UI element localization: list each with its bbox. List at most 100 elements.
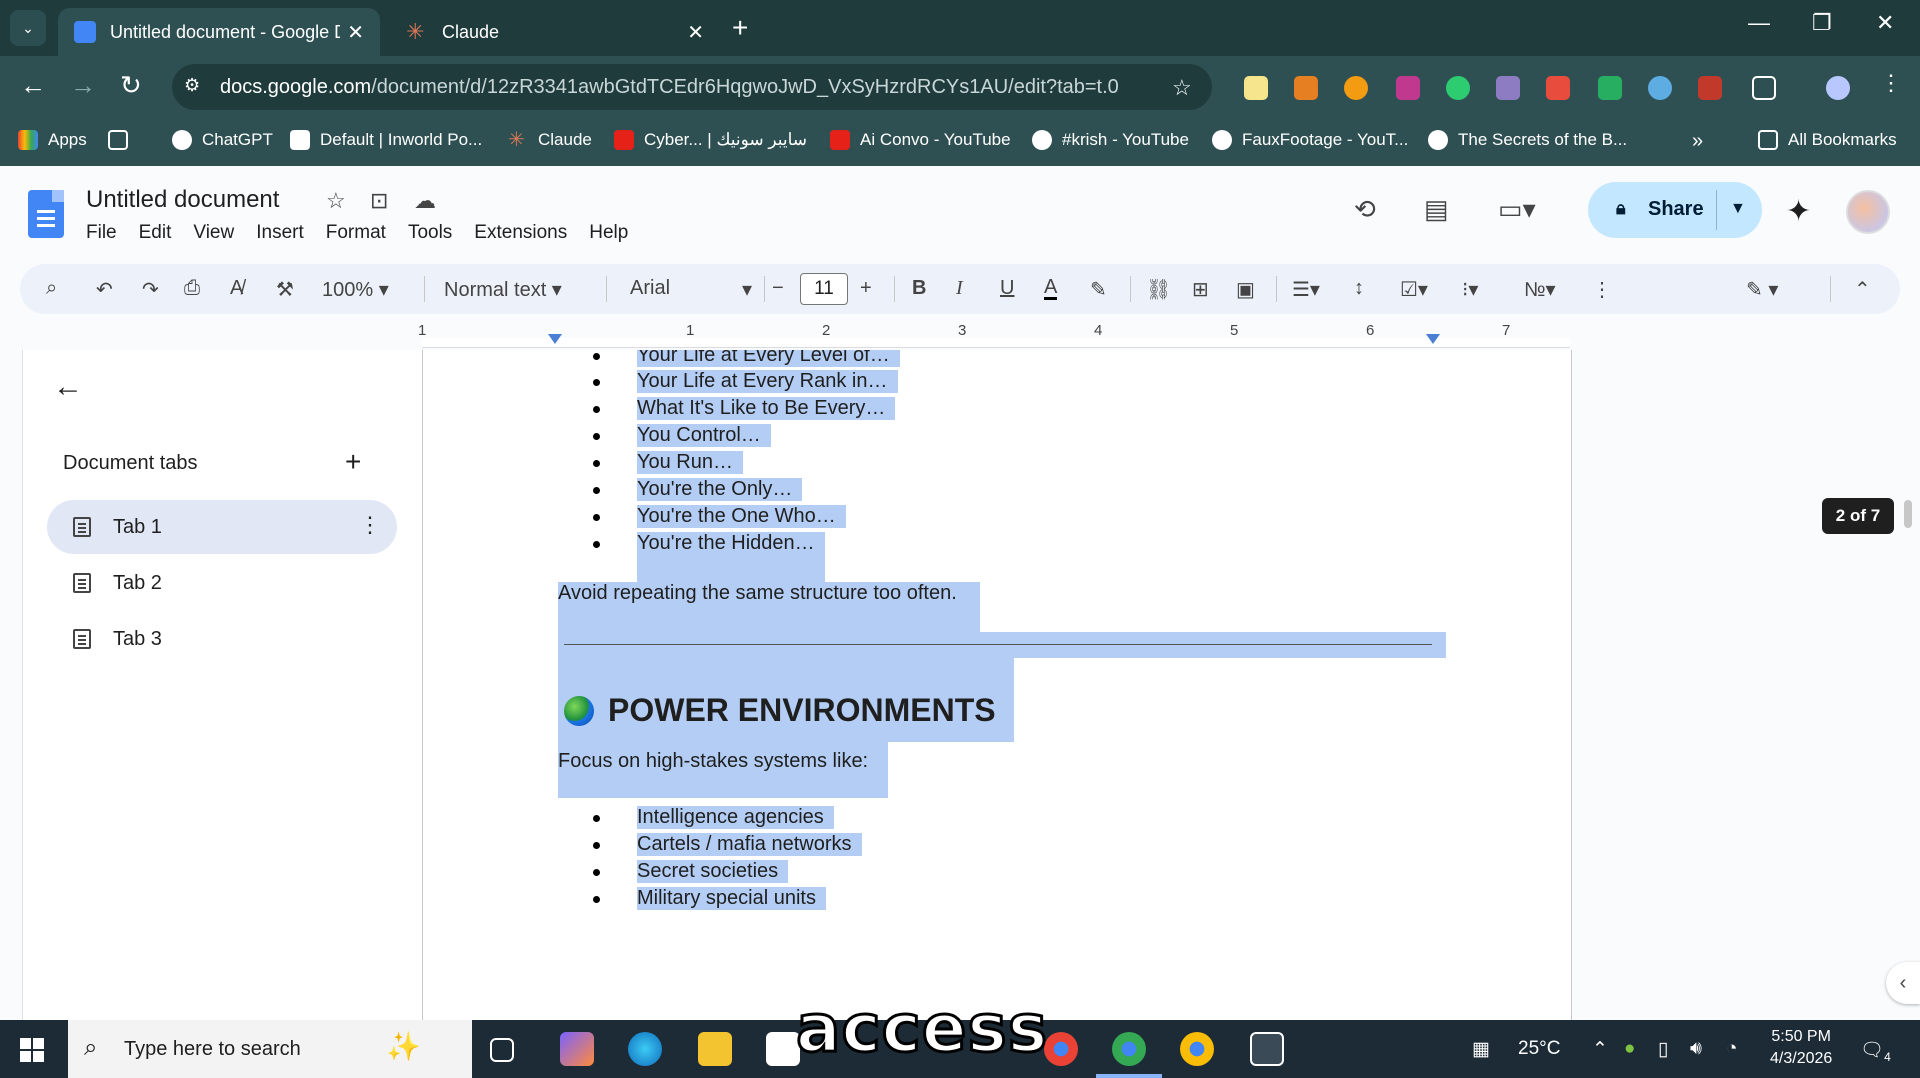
gemini-icon[interactable]: ✦ — [1786, 194, 1811, 229]
extension-icon[interactable] — [1598, 76, 1622, 100]
underline-icon[interactable]: U — [1000, 277, 1014, 300]
checklist-icon[interactable]: ☑▾ — [1400, 277, 1428, 302]
menu-tools[interactable]: Tools — [408, 222, 452, 244]
network-icon[interactable]: ◔ — [1726, 1038, 1737, 1060]
menu-file[interactable]: File — [86, 222, 117, 244]
tab-item-1[interactable]: Tab 1 ⋮ — [47, 500, 397, 554]
close-tab-icon[interactable]: ✕ — [687, 20, 704, 45]
increase-font-size-icon[interactable]: + — [860, 277, 872, 300]
all-bookmarks[interactable]: All Bookmarks — [1758, 130, 1897, 150]
menu-view[interactable]: View — [193, 222, 234, 244]
extension-icon[interactable] — [1648, 76, 1672, 100]
editing-mode-icon[interactable]: ✎ ▾ — [1746, 277, 1778, 302]
menu-extensions[interactable]: Extensions — [474, 222, 567, 244]
google-docs-logo-icon[interactable] — [28, 190, 64, 238]
site-info-icon[interactable]: ⚙ — [184, 75, 206, 97]
battery-icon[interactable]: ▯ — [1658, 1038, 1668, 1061]
insert-image-icon[interactable]: ▣ — [1236, 277, 1255, 302]
bookmark-ai-convo[interactable]: Ai Convo - YouTube — [830, 130, 1011, 150]
bookmark-apps[interactable]: Apps — [18, 130, 87, 150]
browser-tab-claude[interactable]: ✳ Claude ✕ — [390, 8, 720, 56]
system-clock[interactable]: 5:50 PM 4/3/2026 — [1770, 1026, 1832, 1070]
tray-app-icon[interactable]: ● — [1624, 1038, 1635, 1060]
url-input[interactable]: docs.google.com/document/d/12zR3341awbGt… — [172, 64, 1212, 110]
back-arrow-icon[interactable]: ← — [53, 370, 83, 404]
extension-icon[interactable] — [1446, 76, 1470, 100]
search-menus-icon[interactable]: ⌕ — [46, 277, 57, 300]
line-spacing-icon[interactable]: ↕ — [1354, 277, 1364, 300]
extensions-puzzle-icon[interactable] — [1752, 76, 1776, 100]
share-button[interactable]: 🔒︎ Share ▼ — [1588, 182, 1762, 238]
show-hidden-icons-icon[interactable]: ⌃ — [1592, 1038, 1608, 1061]
meet-video-icon[interactable]: ▭▾ — [1498, 194, 1536, 225]
volume-icon[interactable]: 🔊︎ — [1690, 1038, 1702, 1060]
add-comment-icon[interactable]: ⊞ — [1192, 277, 1209, 302]
more-bookmarks-icon[interactable]: » — [1692, 130, 1703, 153]
bold-icon[interactable]: B — [912, 277, 926, 300]
paint-format-icon[interactable]: ⚒ — [276, 277, 294, 302]
copilot-icon[interactable] — [560, 1032, 594, 1066]
text-color-icon[interactable]: A — [1044, 277, 1058, 300]
document-title[interactable]: Untitled document — [86, 186, 279, 214]
decrease-font-size-icon[interactable]: − — [772, 277, 784, 300]
redo-icon[interactable]: ↷ — [142, 277, 159, 302]
bookmark-inworld[interactable]: Default | Inworld Po... — [290, 130, 482, 150]
bookmark-krish[interactable]: #krish - YouTube — [1032, 130, 1189, 150]
menu-help[interactable]: Help — [589, 222, 628, 244]
comments-icon[interactable]: ▤ — [1424, 194, 1449, 225]
chrome-icon[interactable] — [1044, 1032, 1078, 1066]
file-explorer-icon[interactable] — [698, 1032, 732, 1066]
extension-icon[interactable] — [1344, 76, 1368, 100]
share-dropdown-icon[interactable]: ▼ — [1730, 200, 1746, 218]
right-indent-marker[interactable] — [1426, 334, 1440, 344]
browser-tab-docs[interactable]: Untitled document - Google Docs ✕ — [58, 8, 380, 56]
bookmark-star-icon[interactable]: ☆ — [1172, 75, 1192, 101]
news-widget-icon[interactable]: ▦ — [1472, 1038, 1490, 1061]
font-select[interactable]: Arial ▾ — [630, 277, 770, 301]
bookmark-fauxfootage[interactable]: FauxFootage - YouT... — [1212, 130, 1408, 150]
bookmark-cyber[interactable]: Cyber... | سايبر سونيك — [614, 130, 807, 150]
chrome-icon[interactable] — [1112, 1032, 1146, 1066]
temperature[interactable]: 25°C — [1518, 1038, 1560, 1060]
minimize-icon[interactable]: — — [1748, 10, 1770, 36]
extension-icon[interactable] — [1294, 76, 1318, 100]
extension-icon[interactable] — [1698, 76, 1722, 100]
extension-icon[interactable] — [1396, 76, 1420, 100]
style-select[interactable]: Normal text ▾ — [444, 277, 562, 302]
spellcheck-icon[interactable]: A̸ — [230, 277, 243, 300]
taskbar-search[interactable]: ⌕ Type here to search ✨ — [68, 1020, 472, 1078]
bulleted-list-icon[interactable]: ⁝▾ — [1462, 277, 1478, 302]
font-size-input[interactable]: 11 — [800, 273, 848, 305]
bookmark-grid[interactable] — [108, 130, 138, 150]
menu-edit[interactable]: Edit — [139, 222, 172, 244]
tab-item-3[interactable]: Tab 3 — [47, 612, 397, 666]
extension-icon[interactable] — [1244, 76, 1268, 100]
restore-icon[interactable]: ❐ — [1812, 10, 1832, 36]
bookmark-chatgpt[interactable]: ChatGPT — [172, 130, 273, 150]
new-tab-icon[interactable]: + — [732, 12, 748, 44]
italic-icon[interactable]: I — [956, 277, 963, 300]
extension-icon[interactable] — [1546, 76, 1570, 100]
browser-menu-icon[interactable]: ⋮ — [1880, 70, 1902, 96]
more-options-icon[interactable]: ⋮ — [1592, 277, 1612, 302]
bookmark-claude[interactable]: ✳ Claude — [508, 130, 592, 150]
forward-icon[interactable]: → — [70, 70, 96, 101]
cloud-status-icon[interactable]: ☁ — [414, 188, 436, 214]
tab-search-button[interactable]: ⌄ — [10, 10, 46, 46]
undo-icon[interactable]: ↶ — [96, 277, 113, 302]
print-icon[interactable]: ⎙ — [184, 277, 200, 300]
edge-icon[interactable] — [628, 1032, 662, 1066]
avatar[interactable] — [1846, 190, 1890, 234]
task-view-icon[interactable] — [490, 1038, 514, 1062]
microsoft-store-icon[interactable] — [766, 1032, 800, 1066]
side-panel-toggle-icon[interactable]: ‹ — [1886, 962, 1920, 1004]
menu-insert[interactable]: Insert — [256, 222, 304, 244]
hide-menus-icon[interactable]: ⌃ — [1854, 277, 1871, 302]
reload-icon[interactable]: ↻ — [120, 70, 142, 101]
notification-center-icon[interactable]: 🗨︎4 — [1860, 1038, 1891, 1064]
highlight-color-icon[interactable]: ✎ — [1090, 277, 1107, 302]
tab-item-2[interactable]: Tab 2 — [47, 556, 397, 610]
insert-link-icon[interactable]: ⛓ — [1146, 277, 1171, 302]
document-page[interactable]: Your Life at Every Level of… Your Life a… — [422, 350, 1572, 1020]
zoom-select[interactable]: 100% ▾ — [322, 277, 389, 302]
